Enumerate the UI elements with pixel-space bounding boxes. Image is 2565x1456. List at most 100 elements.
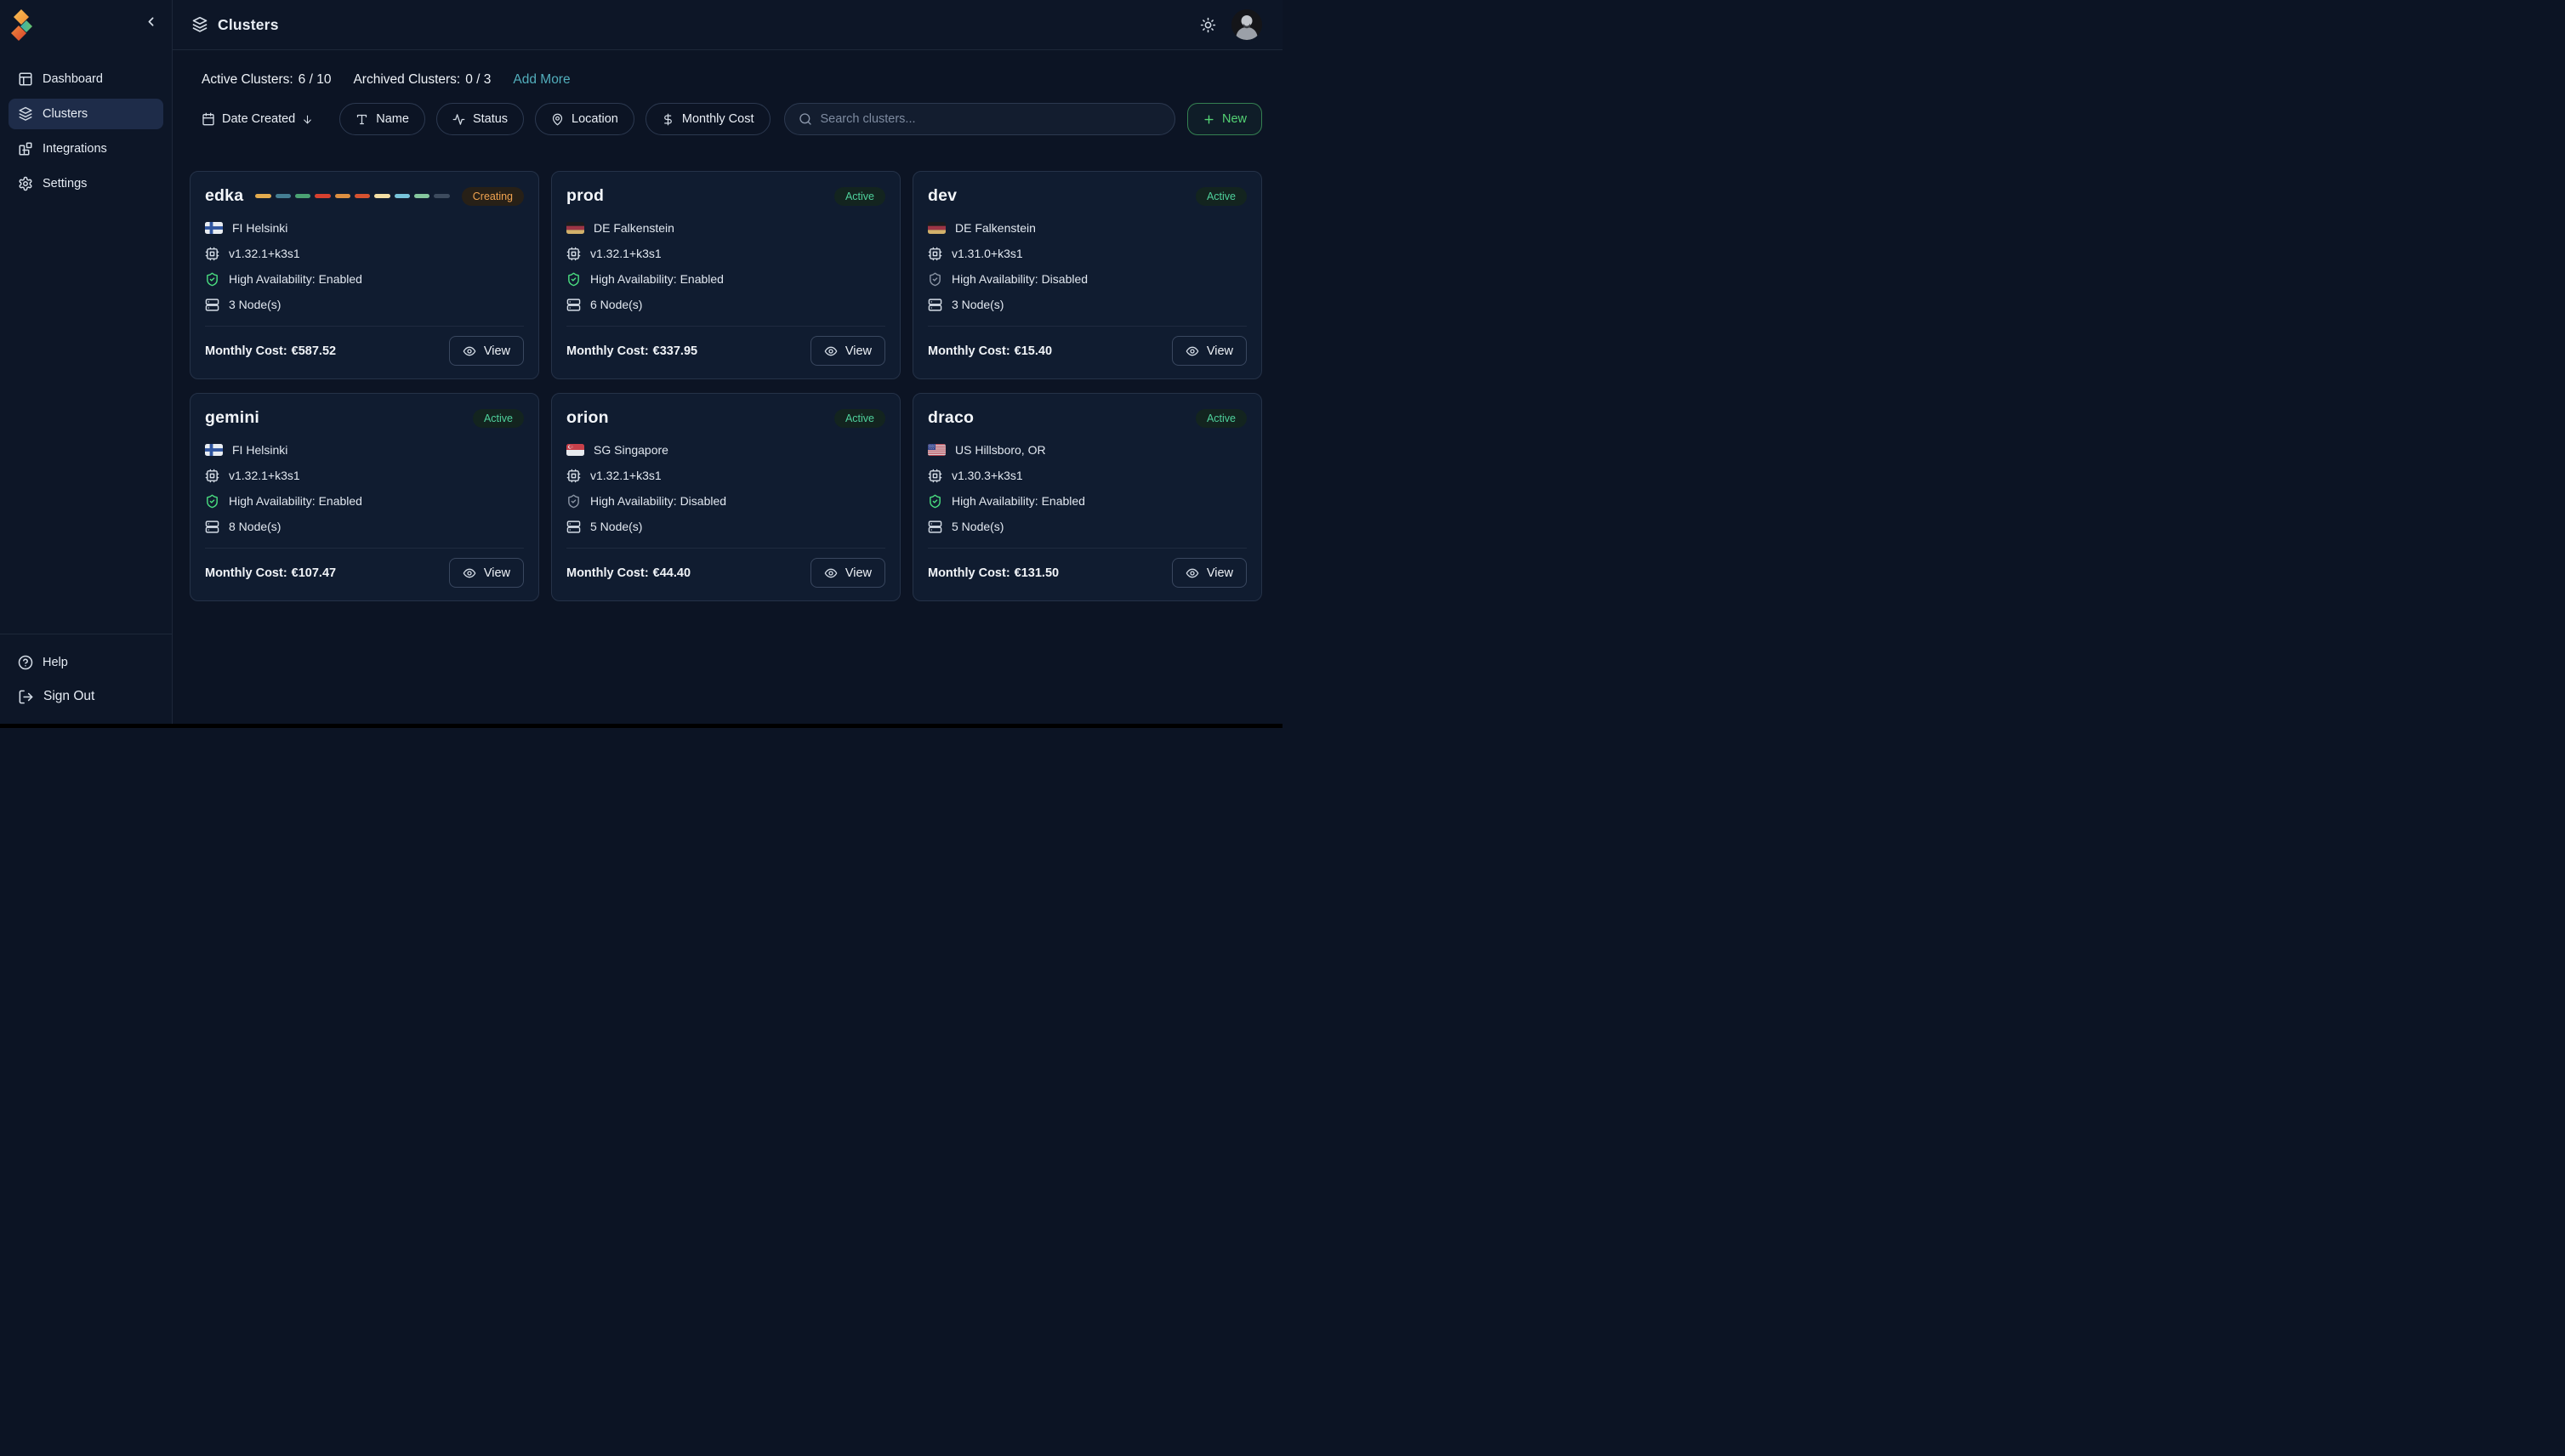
version-row: v1.30.3+k3s1 [928, 468, 1247, 483]
ha-label: High Availability: Enabled [952, 494, 1085, 508]
eye-icon [824, 344, 838, 358]
progress-bar [255, 194, 450, 198]
panels-icon [18, 71, 33, 87]
ha-label: High Availability: Enabled [229, 272, 362, 286]
ha-label: High Availability: Enabled [229, 494, 362, 508]
eye-icon [463, 566, 476, 580]
card-footer: Monthly Cost: €107.47 View [205, 558, 524, 588]
archived-clusters-value: 0 / 3 [465, 72, 491, 88]
filter-label: Monthly Cost [682, 112, 754, 126]
sort-date-created-button[interactable]: Date Created [202, 103, 328, 135]
sidebar-item-settings[interactable]: Settings [9, 168, 163, 199]
cluster-card: gemini Active FI Helsinki v1.32.1+k3s1 H… [190, 393, 539, 601]
nodes-label: 6 Node(s) [590, 298, 642, 311]
stats-row: Active Clusters: 6 / 10 Archived Cluster… [202, 72, 1262, 88]
plus-icon [1203, 113, 1215, 126]
active-clusters-label: Active Clusters: [202, 72, 293, 88]
view-button-label: View [1207, 344, 1233, 358]
server-icon [205, 298, 219, 312]
ha-label: High Availability: Disabled [952, 272, 1088, 286]
card-footer: Monthly Cost: €587.52 View [205, 336, 524, 366]
status-badge: Active [834, 409, 885, 428]
card-divider [566, 548, 885, 549]
ha-row: High Availability: Enabled [205, 271, 524, 287]
version-label: v1.32.1+k3s1 [590, 247, 662, 260]
view-button[interactable]: View [449, 558, 524, 588]
version-row: v1.32.1+k3s1 [566, 246, 885, 261]
version-label: v1.32.1+k3s1 [229, 247, 300, 260]
main-area: Clusters Active Clusters: 6 / 10 Archive… [173, 0, 1282, 728]
monthly-cost-label: Monthly Cost: [566, 566, 649, 580]
nodes-label: 3 Node(s) [952, 298, 1004, 311]
monthly-cost: Monthly Cost: €15.40 [928, 344, 1052, 358]
version-label: v1.30.3+k3s1 [952, 469, 1023, 482]
sidebar-item-clusters[interactable]: Clusters [9, 99, 163, 129]
server-icon [928, 520, 942, 534]
location-label: DE Falkenstein [594, 221, 674, 235]
shield-check-icon [566, 494, 581, 509]
view-button[interactable]: View [810, 558, 885, 588]
cluster-name: edka [205, 186, 243, 206]
location-row: DE Falkenstein [566, 220, 885, 236]
view-button[interactable]: View [1172, 336, 1247, 366]
nodes-row: 6 Node(s) [566, 297, 885, 312]
server-icon [928, 298, 942, 312]
filter-location-button[interactable]: Location [535, 103, 634, 135]
calendar-icon [202, 112, 215, 126]
arrow-down-icon [302, 114, 313, 125]
nodes-label: 3 Node(s) [229, 298, 281, 311]
type-icon [355, 113, 368, 126]
view-button[interactable]: View [1172, 558, 1247, 588]
monthly-cost: Monthly Cost: €131.50 [928, 566, 1059, 580]
card-footer: Monthly Cost: €131.50 View [928, 558, 1247, 588]
nodes-label: 8 Node(s) [229, 520, 281, 533]
ha-row: High Availability: Enabled [928, 493, 1247, 509]
card-header: gemini Active [205, 407, 524, 429]
view-button-label: View [484, 344, 510, 358]
search-input[interactable] [821, 112, 1161, 126]
cpu-icon [566, 469, 581, 483]
sidebar-item-help[interactable]: Help [9, 648, 163, 677]
eye-icon [824, 566, 838, 580]
filter-monthly-cost-button[interactable]: Monthly Cost [646, 103, 771, 135]
filter-status-button[interactable]: Status [436, 103, 524, 135]
monthly-cost-value: €337.95 [653, 344, 697, 358]
monthly-cost-value: €107.47 [292, 566, 336, 580]
filter-label: Status [473, 112, 508, 126]
view-button[interactable]: View [810, 336, 885, 366]
new-cluster-button[interactable]: New [1187, 103, 1262, 135]
view-button[interactable]: View [449, 336, 524, 366]
server-icon [205, 520, 219, 534]
card-divider [928, 326, 1247, 327]
cluster-card: dev Active DE Falkenstein v1.31.0+k3s1 H… [913, 171, 1262, 379]
card-footer: Monthly Cost: €15.40 View [928, 336, 1247, 366]
monthly-cost-value: €131.50 [1015, 566, 1059, 580]
add-more-link[interactable]: Add More [513, 72, 570, 88]
monthly-cost: Monthly Cost: €337.95 [566, 344, 697, 358]
active-clusters-value: 6 / 10 [299, 72, 332, 88]
progress-segment [335, 194, 350, 198]
country-flag [566, 444, 584, 456]
cpu-icon [928, 469, 942, 483]
shield-check-icon [928, 272, 942, 287]
card-footer: Monthly Cost: €44.40 View [566, 558, 885, 588]
nodes-row: 3 Node(s) [928, 297, 1247, 312]
ha-label: High Availability: Disabled [590, 494, 726, 508]
filter-name-button[interactable]: Name [339, 103, 425, 135]
sidebar-item-dashboard[interactable]: Dashboard [9, 64, 163, 94]
cluster-name: gemini [205, 408, 259, 428]
sidebar-nav: Dashboard Clusters Integrations Settings [0, 64, 172, 199]
version-row: v1.31.0+k3s1 [928, 246, 1247, 261]
monthly-cost: Monthly Cost: €44.40 [566, 566, 691, 580]
eye-icon [463, 344, 476, 358]
sidebar-collapse-button[interactable] [140, 11, 162, 35]
sidebar-item-sign-out[interactable]: Sign Out [9, 682, 163, 711]
user-avatar[interactable] [1231, 9, 1262, 40]
sidebar-item-integrations[interactable]: Integrations [9, 134, 163, 164]
theme-toggle-button[interactable] [1200, 17, 1216, 33]
card-divider [928, 548, 1247, 549]
version-label: v1.32.1+k3s1 [590, 469, 662, 482]
country-flag [928, 222, 946, 234]
location-row: DE Falkenstein [928, 220, 1247, 236]
search-box [784, 103, 1175, 135]
